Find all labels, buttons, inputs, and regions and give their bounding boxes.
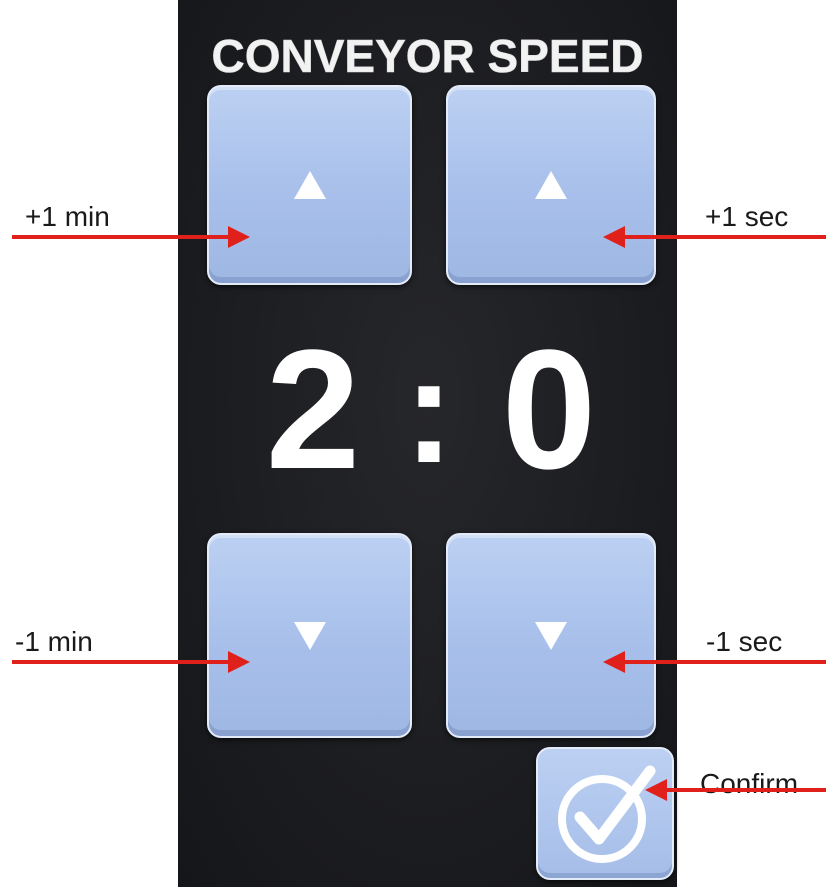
seconds-value: 0	[501, 315, 597, 505]
check-circle-icon	[558, 765, 656, 863]
time-separator: :	[404, 326, 454, 494]
device-screen: CONVEYOR SPEED 2 : 0	[178, 0, 677, 887]
label-minus-one-second: -1 sec	[706, 626, 783, 657]
triangle-up-icon	[535, 171, 567, 199]
confirm-button[interactable]	[536, 747, 674, 880]
label-plus-one-second: +1 sec	[705, 201, 789, 232]
minutes-value: 2	[265, 315, 361, 505]
increase-seconds-button[interactable]	[446, 85, 656, 285]
label-confirm: Confirm	[700, 768, 799, 799]
triangle-down-icon	[293, 621, 326, 650]
label-minus-one-minute: -1 min	[15, 626, 93, 657]
screen-title: CONVEYOR SPEED	[211, 30, 644, 83]
decrease-seconds-button[interactable]	[446, 533, 656, 738]
triangle-down-icon	[535, 621, 567, 650]
decrease-minutes-button[interactable]	[207, 533, 412, 738]
increase-minutes-button[interactable]	[207, 85, 412, 285]
triangle-up-icon	[293, 171, 326, 199]
label-plus-one-minute: +1 min	[25, 201, 110, 232]
